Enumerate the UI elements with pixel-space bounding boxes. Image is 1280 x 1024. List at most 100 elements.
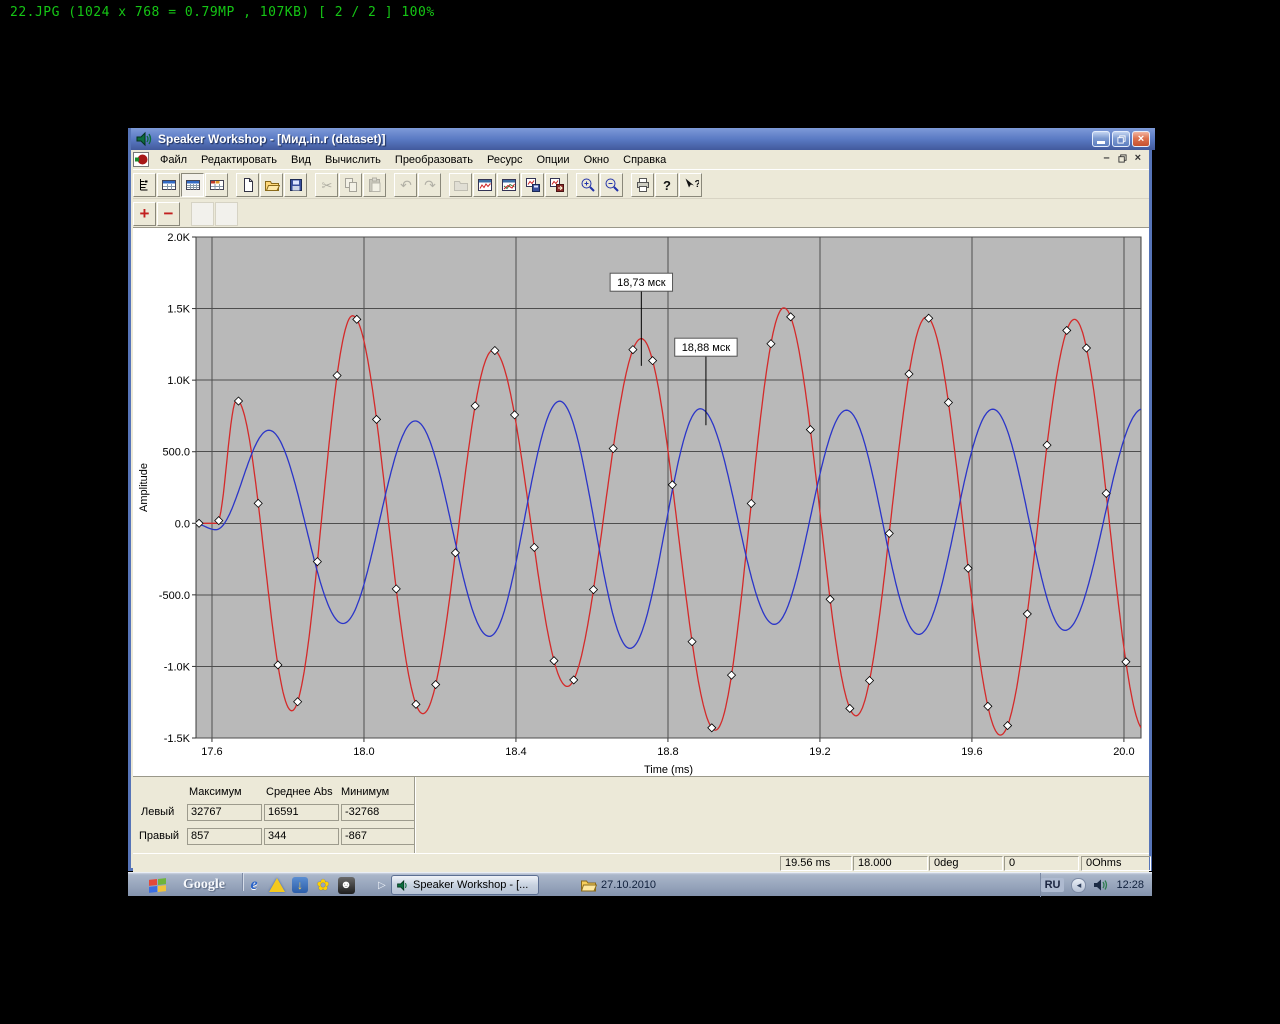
- menu-options[interactable]: Опции: [529, 152, 576, 168]
- internet-explorer-icon[interactable]: e: [245, 876, 263, 894]
- system-tray: RU ◂ 12:28: [1040, 873, 1152, 897]
- zoom-in-icon: [580, 177, 596, 193]
- stats-header-maximum: Максимум: [189, 786, 242, 798]
- import-icon: [453, 177, 469, 193]
- print-icon: [635, 177, 651, 193]
- save-chart-button[interactable]: [521, 173, 544, 197]
- taskbar-button-speaker-workshop[interactable]: Speaker Workshop - [...: [391, 875, 539, 895]
- menu-calculate[interactable]: Вычислить: [318, 152, 388, 168]
- open-file-button[interactable]: [260, 173, 283, 197]
- folder-icon: [580, 878, 597, 892]
- redo-button: ↷: [418, 173, 441, 197]
- speaker-icon: [135, 131, 153, 147]
- alien-app-icon[interactable]: ☻: [337, 876, 355, 894]
- expand-arrow-icon: ▷: [378, 880, 386, 891]
- stats-header-average-abs: Среднее Abs: [266, 786, 333, 798]
- alien-face-icon: ☻: [338, 877, 355, 894]
- view-list-button[interactable]: [133, 173, 156, 197]
- menu-bar: Файл Редактировать Вид Вычислить Преобра…: [131, 150, 1149, 169]
- statistics-panel: Максимум Среднее Abs Минимум Левый 32767…: [133, 776, 1149, 854]
- remove-marker-button[interactable]: −: [157, 202, 180, 226]
- y-tick-label: -1.0K: [164, 661, 191, 673]
- zoom-out-icon: [604, 177, 620, 193]
- y-tick-label: 0.0: [175, 518, 190, 530]
- export-chart-button[interactable]: [545, 173, 568, 197]
- status-impedance: 0Ohms: [1081, 856, 1151, 871]
- taskbar-button-label: Speaker Workshop - [...: [413, 879, 528, 891]
- stats-right-average: 344: [264, 828, 339, 845]
- quick-launch-expand[interactable]: ▷: [378, 873, 386, 897]
- download-manager-icon[interactable]: ↓: [291, 876, 309, 894]
- stats-left-average: 16591: [264, 804, 339, 821]
- y-tick-label: 2.0K: [167, 232, 190, 244]
- minimize-icon: [1097, 141, 1105, 144]
- view-table-icon: [161, 177, 177, 193]
- folder-button-label: 27.10.2010: [601, 879, 656, 891]
- mdi-child-controls: – ×: [1103, 152, 1141, 164]
- svg-text:?: ?: [694, 179, 699, 190]
- x-tick-label: 18.0: [353, 746, 374, 758]
- close-icon: ×: [1138, 134, 1144, 145]
- x-tick-label: 18.4: [505, 746, 526, 758]
- close-button[interactable]: ×: [1132, 131, 1150, 147]
- dataset-chart-view[interactable]: 17.618.018.418.819.219.620.02.0K1.5K1.0K…: [133, 227, 1149, 776]
- save-chart-icon: [525, 177, 541, 193]
- menu-file[interactable]: Файл: [153, 152, 194, 168]
- tray-collapse-button[interactable]: ◂: [1071, 878, 1086, 893]
- print-button[interactable]: [631, 173, 654, 197]
- export-chart-icon: [549, 177, 565, 193]
- speaker-workshop-window: Speaker Workshop - [Мид.in.r (dataset)] …: [128, 128, 1152, 871]
- volume-icon[interactable]: [1093, 878, 1109, 892]
- taskbar-button-folder[interactable]: 27.10.2010: [580, 875, 690, 895]
- chart-options-button[interactable]: [497, 173, 520, 197]
- help-button[interactable]: ?: [655, 173, 678, 197]
- view-list-icon: [137, 177, 153, 193]
- menu-window[interactable]: Окно: [577, 152, 617, 168]
- menu-resource[interactable]: Ресурс: [480, 152, 529, 168]
- chart-view-icon: [477, 177, 493, 193]
- context-help-icon: ?: [683, 177, 699, 193]
- view-table-button[interactable]: [157, 173, 180, 197]
- zoom-out-button[interactable]: [600, 173, 623, 197]
- taskbar: Google e ↓ ✿ ☻ ▷ Speaker Workshop - [...…: [128, 872, 1152, 896]
- triangle-app-icon[interactable]: [268, 876, 286, 894]
- minimize-button[interactable]: [1092, 131, 1110, 147]
- title-bar[interactable]: Speaker Workshop - [Мид.in.r (dataset)] …: [131, 128, 1155, 150]
- view-cells-button[interactable]: [205, 173, 228, 197]
- status-value: 18.000: [853, 856, 928, 871]
- add-marker-button[interactable]: +: [133, 202, 156, 226]
- language-indicator[interactable]: RU: [1041, 878, 1065, 892]
- save-file-button[interactable]: [284, 173, 307, 197]
- blank-1-button: [191, 202, 214, 226]
- stats-right-maximum: 857: [187, 828, 262, 845]
- new-file-button[interactable]: [236, 173, 259, 197]
- qip-icon[interactable]: ✿: [314, 876, 332, 894]
- status-phase: 0deg: [929, 856, 1003, 871]
- menu-transform[interactable]: Преобразовать: [388, 152, 480, 168]
- stats-left-minimum: -32768: [341, 804, 416, 821]
- view-cells-icon: [209, 177, 225, 193]
- mdi-close-button[interactable]: ×: [1135, 152, 1141, 164]
- speaker-icon: [396, 879, 410, 892]
- taskbar-separator: [242, 873, 244, 891]
- restore-button[interactable]: [1112, 131, 1130, 147]
- mdi-minimize-button[interactable]: –: [1103, 152, 1109, 164]
- taskbar-clock: 12:28: [1116, 879, 1144, 891]
- undo-button: ↶: [394, 173, 417, 197]
- menu-edit[interactable]: Редактировать: [194, 152, 284, 168]
- embedded-screenshot: Speaker Workshop - [Мид.in.r (dataset)] …: [128, 128, 1152, 896]
- start-button[interactable]: [148, 873, 168, 897]
- chart-view-button[interactable]: [473, 173, 496, 197]
- stats-right-minimum: -867: [341, 828, 416, 845]
- save-file-icon: [288, 177, 304, 193]
- svg-text:↷: ↷: [424, 178, 436, 193]
- mdi-restore-button[interactable]: [1118, 154, 1127, 163]
- dataset-document-icon: [133, 152, 149, 167]
- plot-area[interactable]: [196, 237, 1141, 738]
- menu-help[interactable]: Справка: [616, 152, 673, 168]
- context-help-button[interactable]: ?: [679, 173, 702, 197]
- view-grid-button[interactable]: [181, 173, 204, 197]
- google-deskbar[interactable]: Google: [183, 873, 225, 897]
- zoom-in-button[interactable]: [576, 173, 599, 197]
- menu-view[interactable]: Вид: [284, 152, 318, 168]
